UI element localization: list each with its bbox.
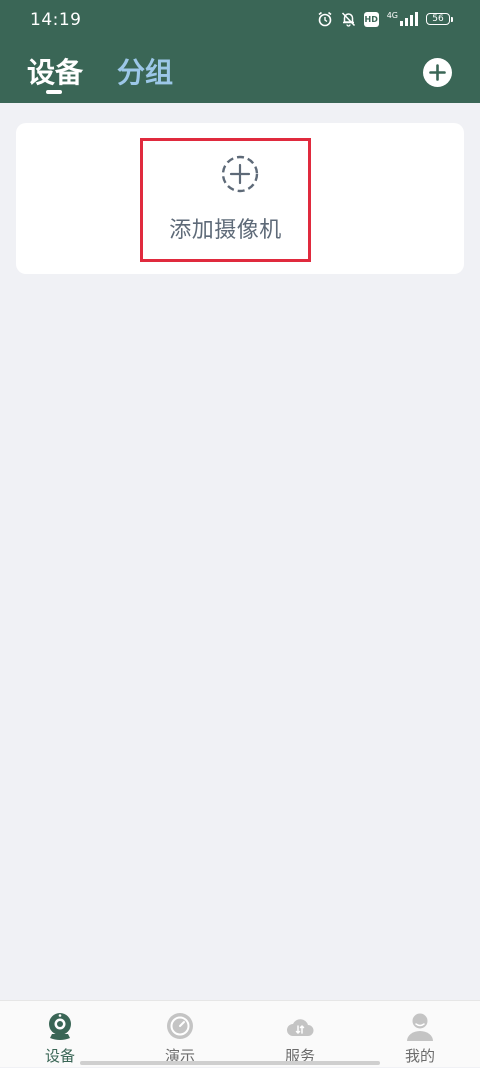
- hd-badge: HD: [363, 11, 379, 27]
- alarm-icon: [317, 11, 333, 27]
- network-type: 4G: [386, 10, 398, 20]
- plus-icon: [423, 58, 452, 87]
- add-button[interactable]: [423, 58, 452, 87]
- app-header: 14:19 HD 4G 56 设备 分组: [0, 0, 480, 103]
- status-icons: HD 4G 56: [317, 10, 453, 27]
- bottom-nav: 设备 演示 服务 我的: [0, 1000, 480, 1067]
- signal-icon: [400, 12, 418, 26]
- battery-indicator: 56: [426, 13, 453, 25]
- demo-circle-icon: [167, 1013, 193, 1039]
- mute-bell-icon: [341, 11, 356, 27]
- tab-groups[interactable]: 分组: [117, 51, 173, 91]
- nav-mine[interactable]: 我的: [360, 1001, 480, 1068]
- nav-demo[interactable]: 演示: [120, 1001, 240, 1068]
- nav-services[interactable]: 服务: [240, 1001, 360, 1068]
- camera-icon: [49, 1013, 71, 1040]
- tab-devices[interactable]: 设备: [27, 51, 83, 91]
- person-icon: [407, 1013, 433, 1041]
- active-tab-indicator: [46, 90, 62, 94]
- home-indicator: [80, 1061, 380, 1065]
- dashed-plus-icon: [219, 155, 261, 195]
- add-camera-label: 添加摄像机: [169, 218, 282, 243]
- nav-devices[interactable]: 设备: [0, 1001, 120, 1068]
- status-time: 14:19: [30, 10, 82, 30]
- cloud-icon: [287, 1019, 314, 1036]
